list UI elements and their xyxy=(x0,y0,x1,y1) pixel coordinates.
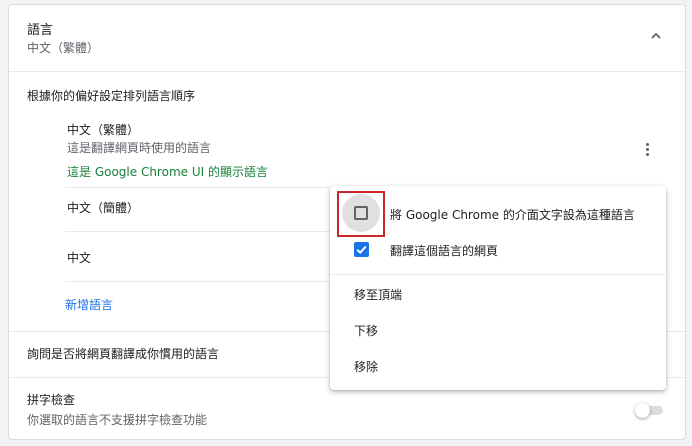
language-item-name: 中文（繁體） xyxy=(67,123,140,137)
section-subtitle: 中文（繁體） xyxy=(27,41,100,55)
section-title: 語言 xyxy=(27,23,54,38)
divider xyxy=(9,71,685,72)
offer-translate-label: 詢問是否將網頁翻譯成你慣用的語言 xyxy=(27,347,220,361)
offer-translate-menu-label[interactable]: 翻譯這個語言的網頁 xyxy=(390,242,498,259)
menu-item-move-to-top[interactable]: 移至頂端 xyxy=(330,276,666,308)
menu-item-label: 移至頂端 xyxy=(354,288,403,302)
language-item-name: 中文 xyxy=(67,251,92,265)
chevron-up-icon[interactable] xyxy=(649,29,663,43)
menu-divider xyxy=(330,274,666,275)
language-context-menu: 將 Google Chrome 的介面文字設為這種語言 翻譯這個語言的網頁 移至… xyxy=(330,186,666,390)
menu-item-move-down[interactable]: 下移 xyxy=(330,312,666,344)
display-in-chrome-label[interactable]: 將 Google Chrome 的介面文字設為這種語言 xyxy=(390,206,635,223)
spellcheck-title: 拼字檢查 xyxy=(27,393,76,407)
highlight-box xyxy=(337,191,385,237)
language-item-description: 這是翻譯網頁時使用的語言 xyxy=(67,141,212,155)
spellcheck-toggle[interactable] xyxy=(635,403,665,418)
menu-item-label: 移除 xyxy=(354,360,379,374)
menu-item-label: 下移 xyxy=(354,324,379,338)
add-language-link[interactable]: 新增語言 xyxy=(65,296,113,313)
ui-language-note: 這是 Google Chrome UI 的顯示語言 xyxy=(67,165,268,179)
checkmark-icon xyxy=(356,245,367,255)
toggle-knob xyxy=(635,403,650,418)
offer-translate-checkbox[interactable] xyxy=(354,242,369,257)
spellcheck-description: 你選取的語言不支援拼字檢查功能 xyxy=(27,413,208,427)
language-order-label: 根據你的偏好設定排列語言順序 xyxy=(27,89,196,103)
more-options-icon[interactable] xyxy=(637,141,657,161)
language-item-name: 中文（簡體） xyxy=(67,201,140,215)
menu-item-remove[interactable]: 移除 xyxy=(330,348,666,380)
